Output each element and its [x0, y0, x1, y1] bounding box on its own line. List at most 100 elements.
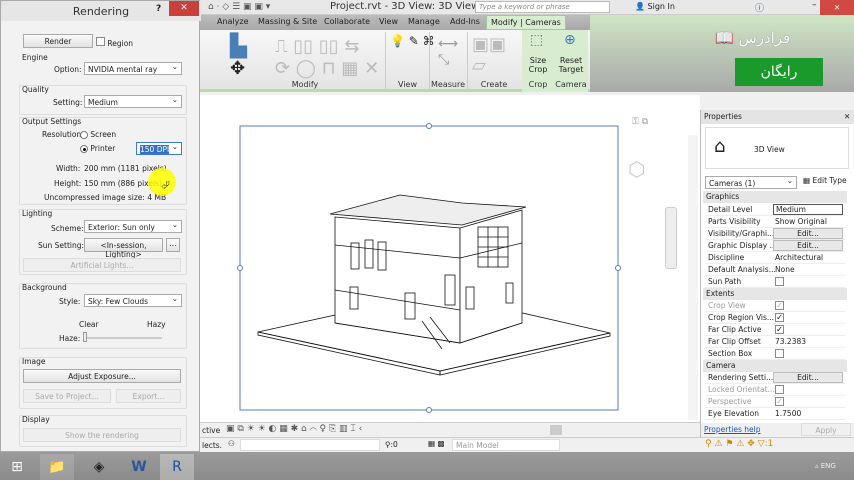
- region-checkbox[interactable]: Region: [96, 37, 133, 48]
- artificial-lights-button[interactable]: Artificial Lights...: [23, 258, 181, 272]
- minimize-button[interactable]: –: [812, 0, 817, 10]
- design-option-dropdown[interactable]: Main Model: [452, 439, 560, 451]
- background-style-select[interactable]: Sky: Few Clouds: [84, 294, 182, 307]
- property-value[interactable]: 73.2383: [775, 337, 806, 346]
- property-name: Locked Orientat...: [708, 385, 775, 394]
- modify-tools-icon[interactable]: ⎍ ▯▯ ▯▯ ⇆: [275, 36, 359, 57]
- tab-collaborate[interactable]: Collaborate: [324, 17, 370, 26]
- category-graphics[interactable]: Graphics: [703, 191, 847, 203]
- workset-dropdown[interactable]: [240, 439, 380, 451]
- property-checkbox[interactable]: ✓: [775, 325, 784, 334]
- engine-option-select[interactable]: NVIDIA mental ray: [84, 62, 182, 75]
- windows-start-icon[interactable]: ⊞: [0, 454, 34, 480]
- property-checkbox[interactable]: [775, 349, 784, 358]
- quick-access-toolbar[interactable]: ⌂ · ◇ ☰ ▣ ▣ ▾: [208, 2, 270, 12]
- edit-button[interactable]: Edit...: [773, 228, 843, 239]
- property-name: Eye Elevation: [708, 409, 760, 418]
- move-icon[interactable]: ✥: [230, 58, 245, 79]
- sun-setting-more-button[interactable]: ...: [166, 238, 180, 252]
- selection-options-icons[interactable]: ⚲ ⚠ ⚑ ⚠ ✥ ▽:1: [705, 439, 773, 449]
- view-tools-icon[interactable]: 💡 ✎ ⌘: [390, 34, 435, 48]
- tab-massing-site[interactable]: Massing & Site: [258, 17, 317, 26]
- design-options-icon[interactable]: ▦ ▩: [428, 439, 445, 448]
- help-icon[interactable]: ⓘ: [755, 1, 764, 14]
- rotate-icon[interactable]: ⟳ ◯ ⊓ ▦ ✕: [275, 58, 379, 79]
- property-value[interactable]: 1.7500: [775, 409, 801, 418]
- help-button[interactable]: ?: [156, 4, 161, 14]
- recorder-app-icon[interactable]: ◈: [82, 454, 116, 480]
- close-button[interactable]: ✕: [820, 0, 854, 15]
- worksets-icon[interactable]: ⚇: [228, 439, 235, 448]
- property-row: Section Box: [705, 348, 845, 360]
- printer-radio[interactable]: Printer: [80, 144, 115, 153]
- haze-slider-thumb[interactable]: [83, 332, 87, 342]
- sign-in-button[interactable]: 👤 Sign In: [635, 2, 675, 11]
- show-rendering-button[interactable]: Show the rendering: [23, 428, 181, 442]
- hazy-label: Hazy: [147, 320, 166, 329]
- property-name: Rendering Setti...: [708, 373, 774, 382]
- user-icon: 👤: [635, 2, 645, 11]
- properties-panel: Properties ✕ ⌂ 3D View Cameras (1) ▦ Edi…: [700, 110, 854, 437]
- language-indicator[interactable]: ▵ ENG: [815, 462, 836, 470]
- lock-icon[interactable]: ⚿ ⧉: [632, 117, 648, 127]
- file-explorer-icon[interactable]: 📁: [40, 454, 74, 480]
- property-checkbox[interactable]: [775, 277, 784, 286]
- viewcube-icon[interactable]: ⬡: [628, 157, 645, 181]
- edit-button[interactable]: Edit...: [773, 372, 843, 383]
- property-checkbox[interactable]: ✓: [775, 397, 784, 406]
- align-icon[interactable]: ▙: [230, 34, 247, 59]
- horizontal-scrollbar-thumb[interactable]: [550, 425, 562, 435]
- revit-icon[interactable]: R: [160, 454, 194, 480]
- reset-target-button[interactable]: Reset Target: [556, 56, 586, 74]
- property-value[interactable]: Medium: [773, 204, 843, 215]
- render-button[interactable]: Render: [23, 34, 93, 48]
- property-checkbox[interactable]: ✓: [775, 313, 784, 322]
- measure-icon[interactable]: ⟷ ⤡: [438, 36, 458, 68]
- property-name: Detail Level: [708, 205, 753, 214]
- create-icon[interactable]: ▣▣ ▱: [472, 34, 506, 76]
- view-control-icons[interactable]: ▣ ⧉ ☀ ☀ ◐ ▦ ✱ ⌂ ⌒ ♀ ⎘ ▥ ⌶ ‹: [226, 424, 362, 434]
- rendering-dialog: Rendering ? ✕ Render Region Engine Optio…: [0, 0, 201, 452]
- option-label: Option:: [54, 65, 82, 74]
- tab-analyze[interactable]: Analyze: [217, 17, 249, 26]
- property-value[interactable]: None: [775, 265, 795, 274]
- category-camera[interactable]: Camera: [703, 360, 847, 372]
- tab-modify-cameras[interactable]: Modify | Cameras: [486, 15, 566, 30]
- save-to-project-button[interactable]: Save to Project...: [23, 389, 111, 403]
- size-crop-button[interactable]: Size Crop: [526, 56, 550, 74]
- properties-help-link[interactable]: Properties help: [704, 425, 761, 434]
- adjust-exposure-button[interactable]: Adjust Exposure...: [23, 369, 181, 383]
- property-name: Perspective: [708, 397, 752, 406]
- close-properties-icon[interactable]: ✕: [844, 112, 850, 121]
- search-input[interactable]: Type a keyword or phrase: [475, 1, 610, 13]
- property-checkbox[interactable]: ✓: [775, 301, 784, 310]
- property-value[interactable]: Show Original: [775, 217, 827, 226]
- category-extents[interactable]: Extents: [703, 288, 847, 300]
- style-label: Style:: [59, 297, 81, 306]
- property-checkbox[interactable]: [775, 385, 784, 394]
- property-row: Sun Path: [705, 276, 845, 288]
- sun-setting-button[interactable]: <In-session, Lighting>: [84, 238, 163, 259]
- export-button[interactable]: Export...: [116, 389, 181, 403]
- scheme-select[interactable]: Exterior: Sun only: [84, 220, 182, 233]
- navigation-bar[interactable]: [665, 207, 677, 269]
- tab-add-ins[interactable]: Add-Ins: [450, 17, 480, 26]
- dpi-select[interactable]: 150 DPI: [136, 142, 182, 155]
- word-icon[interactable]: W: [122, 454, 156, 480]
- quality-setting-select[interactable]: Medium: [84, 95, 182, 108]
- dialog-close-button[interactable]: ✕: [169, 1, 199, 16]
- tab-view[interactable]: View: [379, 17, 398, 26]
- resolution-label: Resolution:: [42, 130, 84, 139]
- edit-type-button[interactable]: ▦ Edit Type: [803, 176, 847, 185]
- edit-button[interactable]: Edit...: [773, 240, 843, 251]
- 3d-viewport[interactable]: ⚿ ⧉ ⬡: [200, 95, 700, 422]
- type-selector[interactable]: ⌂ 3D View: [705, 127, 849, 169]
- reset-target-icon: ⊕: [564, 32, 576, 48]
- vertical-scrollbar[interactable]: [688, 135, 698, 420]
- apply-button[interactable]: Apply: [801, 423, 851, 436]
- haze-slider[interactable]: [84, 337, 162, 339]
- tab-manage[interactable]: Manage: [408, 17, 440, 26]
- instance-selector[interactable]: Cameras (1): [705, 176, 797, 189]
- property-value[interactable]: Architectural: [775, 253, 823, 262]
- screen-radio[interactable]: Screen: [80, 130, 116, 139]
